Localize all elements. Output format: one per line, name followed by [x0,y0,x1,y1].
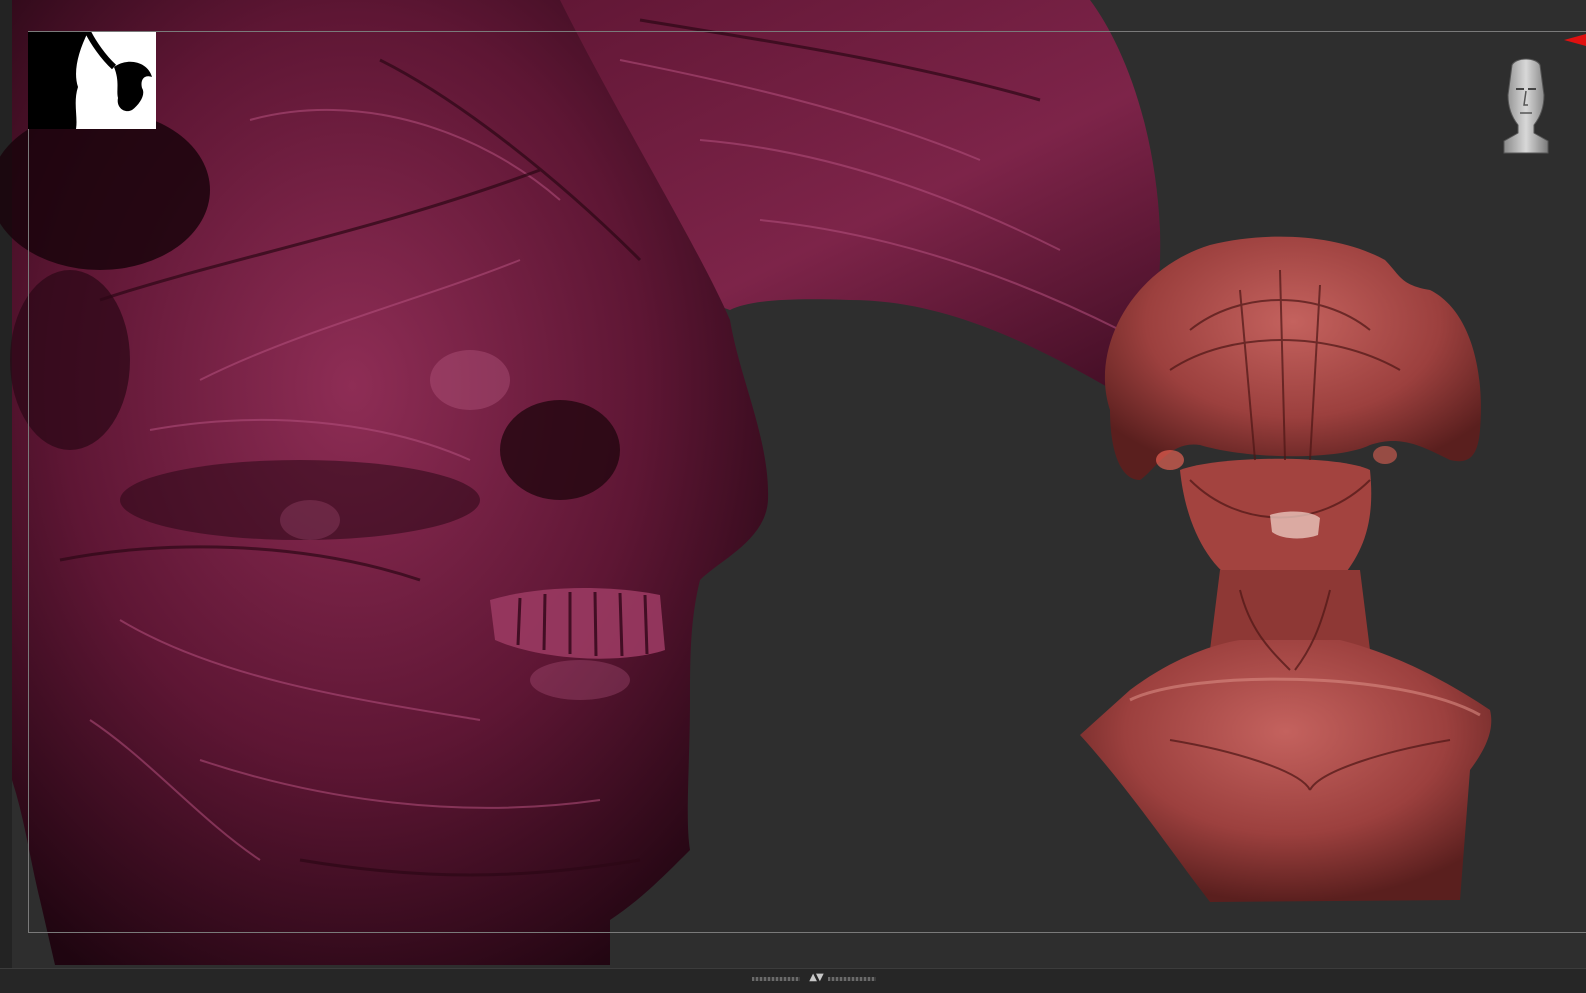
zbrush-viewport[interactable]: ▲▼ [0,0,1586,993]
tray-toggle-icon[interactable]: ▲▼ [804,971,828,985]
tray-toggle-handle[interactable]: ▲▼ [752,971,880,985]
bust-crest-shape [1104,236,1481,480]
silhouette-icon [28,32,152,129]
sculpt-bust-view[interactable] [1070,230,1500,910]
bottom-tray-bar: ▲▼ [0,968,1586,993]
silhouette-thumbnail[interactable] [28,32,156,129]
grip-right [828,977,876,981]
red-pointer-marker [1564,34,1586,46]
head-navigation-icon[interactable] [1500,55,1552,155]
sculpt-closeup-view[interactable] [0,0,1170,970]
grip-left [752,977,800,981]
